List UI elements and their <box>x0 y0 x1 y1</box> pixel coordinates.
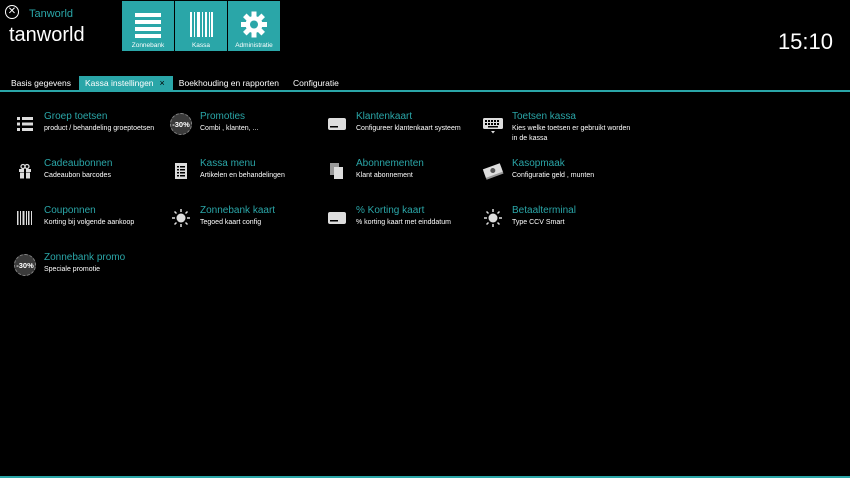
module-zonnebank[interactable]: Zonnebank <box>122 1 174 51</box>
tab-bar: Basis gegevens Kassa instellingen × Boek… <box>5 76 347 90</box>
item-description: Klant abonnement <box>356 172 413 179</box>
money-icon <box>482 163 504 180</box>
gift-icon <box>19 163 31 179</box>
module-administratie[interactable]: Administratie <box>228 1 280 51</box>
barcode-icon <box>190 12 213 37</box>
tab-underline <box>0 90 850 92</box>
tab-configuratie[interactable]: Configuratie <box>287 76 347 90</box>
module-label: Administratie <box>235 42 273 49</box>
tab-kassa-instellingen[interactable]: Kassa instellingen × <box>79 76 173 90</box>
sun-icon <box>172 209 190 227</box>
list-icon <box>17 117 33 131</box>
item-title: Groep toetsen <box>44 111 108 122</box>
item-title: Betaalterminal <box>512 205 576 216</box>
item-title: Cadeaubonnen <box>44 158 113 169</box>
card-icon <box>328 212 346 224</box>
sun-icon <box>484 209 502 227</box>
clock: 15:10 <box>777 29 833 54</box>
item-title: Toetsen kassa <box>512 111 576 122</box>
tab-close-icon[interactable]: × <box>160 78 165 88</box>
barcode-icon <box>17 211 32 225</box>
discount-badge-icon: -30% <box>170 113 192 135</box>
item-description: Tegoed kaart config <box>200 219 262 226</box>
gear-icon <box>241 11 267 38</box>
copy-icon <box>330 163 343 179</box>
item-title: Kassa menu <box>200 158 256 169</box>
item-description: Cadeaubon barcodes <box>44 172 111 179</box>
item-description: Korting bij volgende aankoop <box>44 219 135 226</box>
discount-badge-icon: -30% <box>14 254 36 276</box>
module-kassa[interactable]: Kassa <box>175 1 227 51</box>
item-description: Configureer klantenkaart systeem <box>356 125 461 132</box>
item-description: Combi , klanten, ... <box>200 125 259 132</box>
card-icon <box>328 118 346 130</box>
tab-basis-gegevens[interactable]: Basis gegevens <box>5 76 79 90</box>
item-title: Promoties <box>200 111 246 122</box>
list-icon <box>135 13 161 38</box>
close-icon[interactable]: ✕ <box>5 5 19 19</box>
item-title: Abonnementen <box>356 158 424 169</box>
menu-icon <box>175 163 187 179</box>
module-label: Zonnebank <box>131 42 165 49</box>
item-title: Klantenkaart <box>356 111 413 122</box>
item-title: % Korting kaart <box>356 205 425 216</box>
item-title: Zonnebank promo <box>44 252 126 263</box>
item-description: Artikelen en behandelingen <box>200 172 285 179</box>
item-title: Kasopmaak <box>512 158 565 169</box>
item-description: Kies welke toetsen er gebruikt worden in… <box>512 125 631 142</box>
module-label: Kassa <box>191 42 211 49</box>
keyboard-icon <box>483 118 503 134</box>
item-description: Type CCV Smart <box>512 219 565 226</box>
app-label: Tanworld <box>29 8 74 20</box>
tab-label: Kassa instellingen <box>85 77 154 88</box>
app-title: tanworld <box>9 24 85 46</box>
item-description: Speciale promotie <box>44 266 101 273</box>
item-description: product / behandeling groeptoetsen <box>44 125 155 132</box>
item-description: Configuratie geld , munten <box>512 172 595 179</box>
item-title: Zonnebank kaart <box>200 205 276 216</box>
module-bar: Zonnebank Kassa Administratie <box>122 1 280 51</box>
item-description: % korting kaart met einddatum <box>356 219 451 226</box>
item-title: Couponnen <box>44 205 96 216</box>
tab-boekhouding-en-rapporten[interactable]: Boekhouding en rapporten <box>173 76 287 90</box>
